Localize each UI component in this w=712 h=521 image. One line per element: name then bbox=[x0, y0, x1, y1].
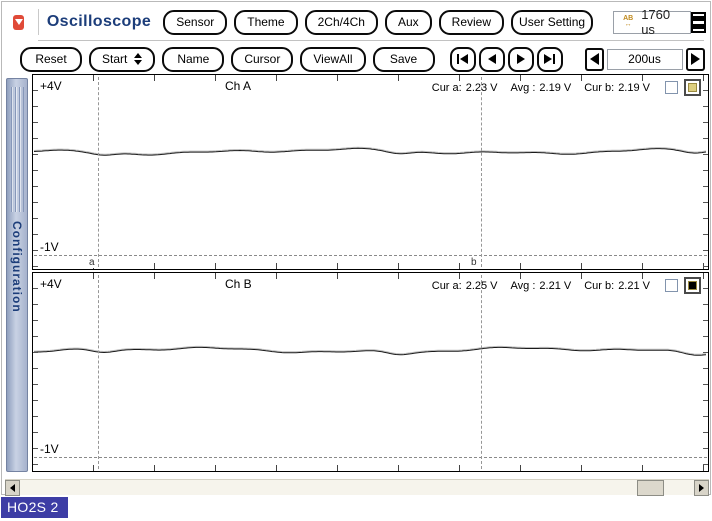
cursor-a-tag: a bbox=[88, 257, 96, 268]
status-label: HO2S 2 bbox=[1, 497, 68, 518]
user-setting-button[interactable]: User Setting bbox=[511, 10, 593, 35]
channel-b-color-swatch[interactable] bbox=[684, 277, 701, 294]
cursor-button[interactable]: Cursor bbox=[231, 47, 293, 72]
channel-b-waveform bbox=[33, 273, 708, 471]
app-dropdown-icon[interactable] bbox=[13, 15, 24, 30]
channel-b-avg-readout: Avg :2.21 V bbox=[511, 280, 572, 292]
theme-button[interactable]: Theme bbox=[234, 10, 297, 35]
channel-b-bottom-voltage: -1V bbox=[40, 442, 61, 456]
channel-b-panel: +4V Ch B Cur a:2.25 V Avg :2.21 V Cur b:… bbox=[32, 272, 709, 472]
timebase-value: 200us bbox=[607, 49, 683, 70]
top-toolbar: Oscilloscope Sensor Theme 2Ch/4Ch Aux Re… bbox=[13, 8, 706, 36]
channel-b-swatch-fill bbox=[688, 281, 697, 290]
channel-mode-button[interactable]: 2Ch/4Ch bbox=[305, 10, 378, 35]
configuration-tab[interactable]: Configuration bbox=[6, 78, 28, 472]
channel-a-checkboxes bbox=[665, 79, 701, 96]
channel-a-waveform bbox=[33, 75, 708, 269]
step-forward-button[interactable] bbox=[508, 47, 534, 72]
channel-a-swatch-fill bbox=[688, 83, 697, 92]
start-spinner-icon[interactable] bbox=[134, 53, 142, 65]
skip-to-end-button[interactable] bbox=[537, 47, 563, 72]
review-button[interactable]: Review bbox=[439, 10, 504, 35]
channel-a-label: Ch A bbox=[225, 79, 251, 93]
scroll-left-button[interactable] bbox=[5, 480, 20, 496]
channel-a-minus1v-gridline bbox=[34, 255, 707, 256]
channel-a-left-ticks bbox=[33, 75, 38, 269]
step-back-button[interactable] bbox=[479, 47, 505, 72]
channel-a-avg-readout: Avg :2.19 V bbox=[511, 82, 572, 94]
name-button[interactable]: Name bbox=[162, 47, 224, 72]
configuration-tab-label: Configuration bbox=[10, 221, 24, 313]
playback-controls bbox=[450, 47, 563, 72]
channel-a-bottom-voltage: -1V bbox=[40, 240, 61, 254]
channel-a-panel: +4V Ch A Cur a:2.23 V Avg :2.19 V Cur b:… bbox=[32, 74, 709, 270]
channel-a-cursor-a-readout: Cur a:2.23 V bbox=[432, 82, 498, 94]
dropdown-arrow-icon bbox=[15, 19, 23, 25]
channel-a-top-voltage: +4V bbox=[40, 79, 62, 93]
channel-a-right-ticks bbox=[703, 75, 708, 269]
channel-b-measurements: Cur a:2.25 V Avg :2.21 V Cur b:2.21 V bbox=[432, 277, 701, 294]
save-button[interactable]: Save bbox=[373, 47, 435, 72]
channel-b-cursor-a-readout: Cur a:2.25 V bbox=[432, 280, 498, 292]
channel-b-visibility-checkbox[interactable] bbox=[665, 279, 678, 292]
toolbar-separator bbox=[38, 9, 39, 35]
channel-b-top-voltage: +4V bbox=[40, 277, 62, 291]
scroll-left-icon bbox=[10, 484, 15, 492]
channel-b-left-ticks bbox=[33, 273, 38, 471]
start-button[interactable]: Start bbox=[89, 47, 155, 72]
toolbar-divider bbox=[38, 40, 704, 41]
tab-grip-lines bbox=[11, 87, 24, 212]
channel-b-cursor-b-line[interactable] bbox=[481, 275, 482, 469]
app-title: Oscilloscope bbox=[47, 13, 151, 31]
channel-a-cursor-a-line[interactable] bbox=[98, 77, 99, 267]
second-toolbar: Reset Start Name Cursor ViewAll Save 200… bbox=[20, 45, 706, 73]
channel-a-color-swatch[interactable] bbox=[684, 79, 701, 96]
channel-a-bottom-ticks bbox=[33, 263, 708, 269]
timebase-increase-button[interactable] bbox=[686, 48, 705, 71]
timebase-decrease-button[interactable] bbox=[585, 48, 604, 71]
reset-button[interactable]: Reset bbox=[20, 47, 82, 72]
channel-b-right-ticks bbox=[703, 273, 708, 471]
skip-to-start-button[interactable] bbox=[450, 47, 476, 72]
cursor-b-tag: b bbox=[470, 257, 478, 268]
timebase-control: 200us bbox=[585, 48, 705, 71]
channel-a-cursor-b-line[interactable] bbox=[481, 77, 482, 267]
start-button-label: Start bbox=[102, 52, 127, 66]
channel-b-bottom-ticks bbox=[33, 465, 708, 471]
channel-b-checkboxes bbox=[665, 277, 701, 294]
channel-b-label: Ch B bbox=[225, 277, 252, 291]
menu-list-icon[interactable] bbox=[691, 12, 706, 33]
sensor-button[interactable]: Sensor bbox=[163, 10, 227, 35]
viewall-button[interactable]: ViewAll bbox=[300, 47, 365, 72]
scroll-right-button[interactable] bbox=[694, 480, 709, 496]
horizontal-scrollbar[interactable] bbox=[5, 479, 709, 495]
channel-b-cursor-b-readout: Cur b:2.21 V bbox=[584, 280, 650, 292]
ab-icon-arrow-text: ↔ bbox=[625, 22, 632, 28]
cursor-delta-readout: AB ↔ 1760 us bbox=[613, 11, 691, 34]
channel-b-minus1v-gridline bbox=[34, 457, 707, 458]
oscilloscope-window: Oscilloscope Sensor Theme 2Ch/4Ch Aux Re… bbox=[1, 1, 711, 495]
scroll-right-icon bbox=[699, 484, 704, 492]
channel-a-visibility-checkbox[interactable] bbox=[665, 81, 678, 94]
channel-b-cursor-a-line[interactable] bbox=[98, 275, 99, 469]
aux-button[interactable]: Aux bbox=[385, 10, 432, 35]
channel-a-measurements: Cur a:2.23 V Avg :2.19 V Cur b:2.19 V bbox=[432, 79, 701, 96]
scrollbar-thumb[interactable] bbox=[637, 480, 664, 496]
channel-a-cursor-b-readout: Cur b:2.19 V bbox=[584, 82, 650, 94]
cursor-delta-value: 1760 us bbox=[641, 7, 681, 37]
ab-cursor-delta-icon: AB ↔ bbox=[623, 16, 633, 28]
